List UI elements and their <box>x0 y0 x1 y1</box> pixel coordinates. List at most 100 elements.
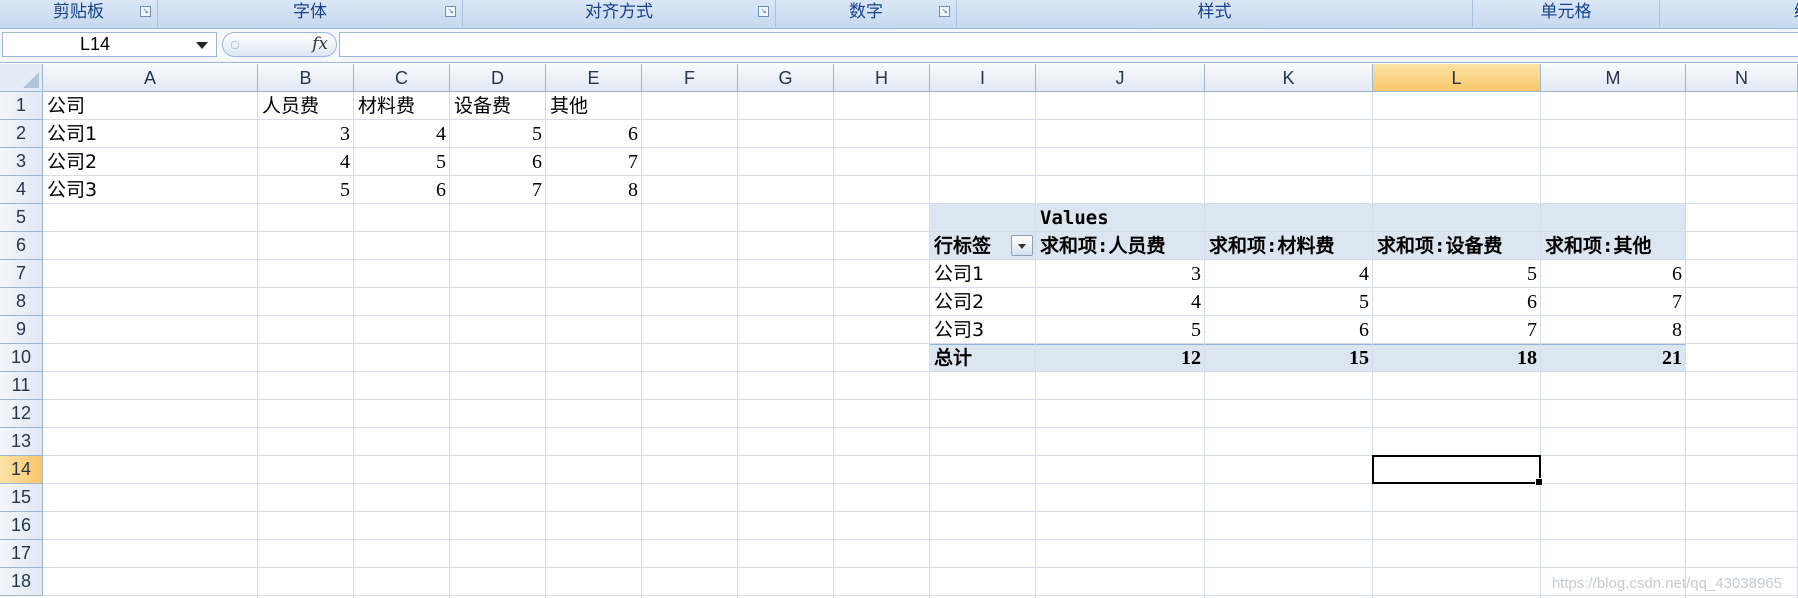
table-header-cell[interactable]: 设备费 <box>450 92 546 120</box>
pivot-total-cell[interactable]: 12 <box>1036 344 1205 372</box>
row-header-8[interactable]: 8 <box>0 288 43 316</box>
row-header-4[interactable]: 4 <box>0 176 43 204</box>
row-header-11[interactable]: 11 <box>0 372 43 400</box>
row-header-16[interactable]: 16 <box>0 512 43 540</box>
row-header-15[interactable]: 15 <box>0 484 43 512</box>
table-cell[interactable]: 4 <box>258 148 354 176</box>
chevron-down-icon[interactable] <box>196 42 208 49</box>
worksheet-grid[interactable]: A B C D E F G H I J K L M N 1 2 3 4 5 6 7 8 9 10 11 12 13 14 15 16 17 1… <box>0 64 1798 598</box>
table-cell[interactable]: 公司3 <box>43 176 258 204</box>
ribbon-group-alignment[interactable]: 对齐方式 ↘ <box>463 0 776 27</box>
table-header-cell[interactable]: 材料费 <box>354 92 450 120</box>
dialog-launcher-icon[interactable]: ↘ <box>758 6 769 17</box>
row-header-17[interactable]: 17 <box>0 540 43 568</box>
active-cell-l14[interactable] <box>1372 455 1543 486</box>
row-header-12[interactable]: 12 <box>0 400 43 428</box>
column-header-n[interactable]: N <box>1686 64 1798 92</box>
pivot-cell[interactable]: 8 <box>1541 316 1686 344</box>
column-header-a[interactable]: A <box>43 64 258 92</box>
select-all-button[interactable] <box>0 64 43 92</box>
pivot-total-cell[interactable]: 18 <box>1373 344 1541 372</box>
ribbon-group-clipboard[interactable]: 剪贴板 ↘ <box>0 0 158 27</box>
column-header-h[interactable]: H <box>834 64 930 92</box>
table-header-cell[interactable]: 其他 <box>546 92 642 120</box>
pivot-cell[interactable]: 6 <box>1205 316 1373 344</box>
gridline-horizontal <box>43 511 1798 512</box>
column-header-k[interactable]: K <box>1205 64 1373 92</box>
table-cell[interactable]: 5 <box>354 148 450 176</box>
table-cell[interactable]: 6 <box>546 120 642 148</box>
row-header-18[interactable]: 18 <box>0 568 43 596</box>
pivot-cell[interactable]: 3 <box>1036 260 1205 288</box>
table-cell[interactable]: 5 <box>258 176 354 204</box>
table-cell[interactable]: 6 <box>354 176 450 204</box>
dialog-launcher-icon[interactable]: ↘ <box>140 6 151 17</box>
pivot-column-header[interactable]: 求和项:设备费 <box>1373 232 1541 260</box>
row-header-3[interactable]: 3 <box>0 148 43 176</box>
ribbon-group-editing[interactable]: 编辑 <box>1660 0 1798 27</box>
column-header-d[interactable]: D <box>450 64 546 92</box>
row-header-7[interactable]: 7 <box>0 260 43 288</box>
column-header-e[interactable]: E <box>546 64 642 92</box>
pivot-column-header[interactable]: 求和项:人员费 <box>1036 232 1205 260</box>
table-cell[interactable]: 7 <box>546 148 642 176</box>
ribbon-group-cells[interactable]: 单元格 <box>1473 0 1660 27</box>
name-box[interactable]: L14 <box>2 32 217 57</box>
pivot-total-label[interactable]: 总计 <box>930 344 1036 372</box>
ribbon-group-label: 编辑 <box>1794 2 1798 22</box>
row-header-14[interactable]: 14 <box>0 456 43 484</box>
pivot-cell[interactable]: 7 <box>1541 288 1686 316</box>
column-header-c[interactable]: C <box>354 64 450 92</box>
row-header-10[interactable]: 10 <box>0 344 43 372</box>
pivot-cell[interactable]: 5 <box>1205 288 1373 316</box>
ribbon-group-styles[interactable]: 样式 <box>957 0 1473 27</box>
fill-handle[interactable] <box>1535 478 1543 486</box>
expand-handle-icon[interactable] <box>231 41 239 49</box>
pivot-column-header[interactable]: 求和项:材料费 <box>1205 232 1373 260</box>
ribbon-group-font[interactable]: 字体 ↘ <box>158 0 463 27</box>
table-cell[interactable]: 3 <box>258 120 354 148</box>
table-header-cell[interactable]: 人员费 <box>258 92 354 120</box>
row-header-2[interactable]: 2 <box>0 120 43 148</box>
column-header-l[interactable]: L <box>1373 64 1541 92</box>
pivot-cell[interactable]: 公司1 <box>930 260 1036 288</box>
row-header-1[interactable]: 1 <box>0 92 43 120</box>
pivot-cell[interactable]: 4 <box>1036 288 1205 316</box>
pivot-cell[interactable]: 5 <box>1373 260 1541 288</box>
row-header-13[interactable]: 13 <box>0 428 43 456</box>
table-header-cell[interactable]: 公司 <box>43 92 258 120</box>
table-cell[interactable]: 5 <box>450 120 546 148</box>
pivot-cell[interactable]: 7 <box>1373 316 1541 344</box>
table-cell[interactable]: 4 <box>354 120 450 148</box>
table-cell[interactable]: 公司1 <box>43 120 258 148</box>
column-header-b[interactable]: B <box>258 64 354 92</box>
dialog-launcher-icon[interactable]: ↘ <box>939 6 950 17</box>
pivot-cell[interactable]: 公司2 <box>930 288 1036 316</box>
column-header-g[interactable]: G <box>738 64 834 92</box>
insert-function-icon[interactable]: fx <box>312 34 328 54</box>
filter-dropdown-icon[interactable] <box>1011 235 1033 256</box>
dialog-launcher-icon[interactable]: ↘ <box>445 6 456 17</box>
pivot-values-label[interactable]: Values <box>1036 204 1205 232</box>
column-header-m[interactable]: M <box>1541 64 1686 92</box>
row-header-9[interactable]: 9 <box>0 316 43 344</box>
pivot-total-cell[interactable]: 21 <box>1541 344 1686 372</box>
pivot-cell[interactable]: 5 <box>1036 316 1205 344</box>
column-header-i[interactable]: I <box>930 64 1036 92</box>
pivot-total-cell[interactable]: 15 <box>1205 344 1373 372</box>
column-header-f[interactable]: F <box>642 64 738 92</box>
pivot-cell[interactable]: 6 <box>1541 260 1686 288</box>
table-cell[interactable]: 6 <box>450 148 546 176</box>
table-cell[interactable]: 8 <box>546 176 642 204</box>
pivot-cell[interactable]: 4 <box>1205 260 1373 288</box>
pivot-cell[interactable]: 公司3 <box>930 316 1036 344</box>
pivot-cell[interactable]: 6 <box>1373 288 1541 316</box>
row-header-5[interactable]: 5 <box>0 204 43 232</box>
row-header-6[interactable]: 6 <box>0 232 43 260</box>
table-cell[interactable]: 7 <box>450 176 546 204</box>
column-header-j[interactable]: J <box>1036 64 1205 92</box>
table-cell[interactable]: 公司2 <box>43 148 258 176</box>
formula-input[interactable] <box>339 32 1798 57</box>
ribbon-group-number[interactable]: 数字 ↘ <box>776 0 957 27</box>
pivot-column-header[interactable]: 求和项:其他 <box>1541 232 1686 260</box>
